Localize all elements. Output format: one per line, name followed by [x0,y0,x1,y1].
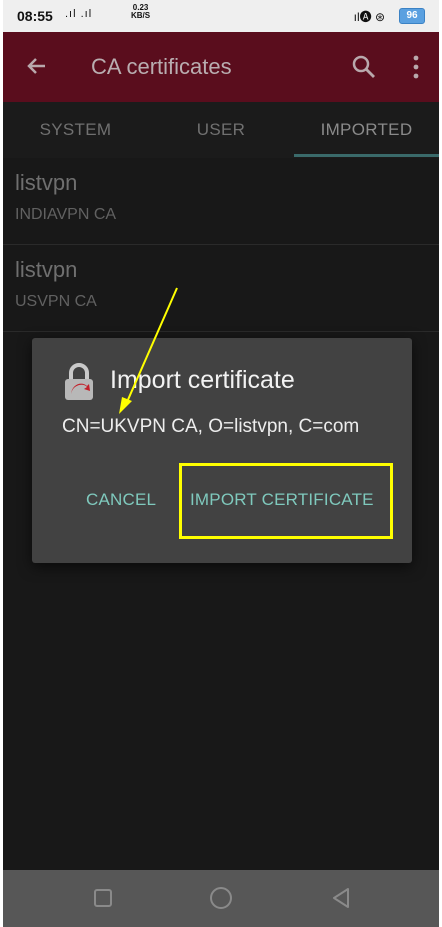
certificate-item[interactable]: listvpn USVPN CA [3,245,439,332]
recents-square-icon[interactable] [91,886,115,910]
speed-unit: KB/S [131,11,151,20]
dialog-message: CN=UKVPN CA, O=listvpn, C=com [62,416,360,437]
network-speed: 0.23 KB/S [131,4,150,20]
page-title: CA certificates [91,54,232,79]
signal-icon: .ıl .ıl [65,8,93,20]
search-icon[interactable] [351,54,377,80]
app-bar: CA certificates [3,32,439,102]
back-triangle-icon[interactable] [329,886,353,910]
lock-icon [62,362,96,402]
certificate-name: listvpn [15,170,78,195]
status-icons: ıl🅐 ⊛ [353,10,385,24]
back-arrow-icon[interactable] [23,52,51,80]
tab-imported[interactable]: IMPORTED [294,102,439,158]
tab-bar: SYSTEM USER IMPORTED [3,102,439,158]
certificate-item[interactable]: listvpn INDIAVPN CA [3,158,439,245]
annotation-highlight-box [179,463,393,539]
cancel-button[interactable]: CANCEL [86,490,156,510]
status-time: 08:55 [17,8,53,24]
certificate-ca: INDIAVPN CA [15,206,117,223]
dialog-title: Import certificate [110,366,295,394]
certificate-name: listvpn [15,257,78,282]
battery-icon: 96 [399,8,425,24]
certificate-ca: USVPN CA [15,293,97,310]
more-options-icon[interactable] [411,54,421,80]
status-bar: 08:55 .ıl .ıl 0.23 KB/S ıl🅐 ⊛ 96 [3,0,439,32]
home-circle-icon[interactable] [209,886,233,910]
tab-indicator [294,154,439,157]
tab-system[interactable]: SYSTEM [3,102,148,158]
navigation-bar [3,870,439,927]
tab-user[interactable]: USER [148,102,294,158]
